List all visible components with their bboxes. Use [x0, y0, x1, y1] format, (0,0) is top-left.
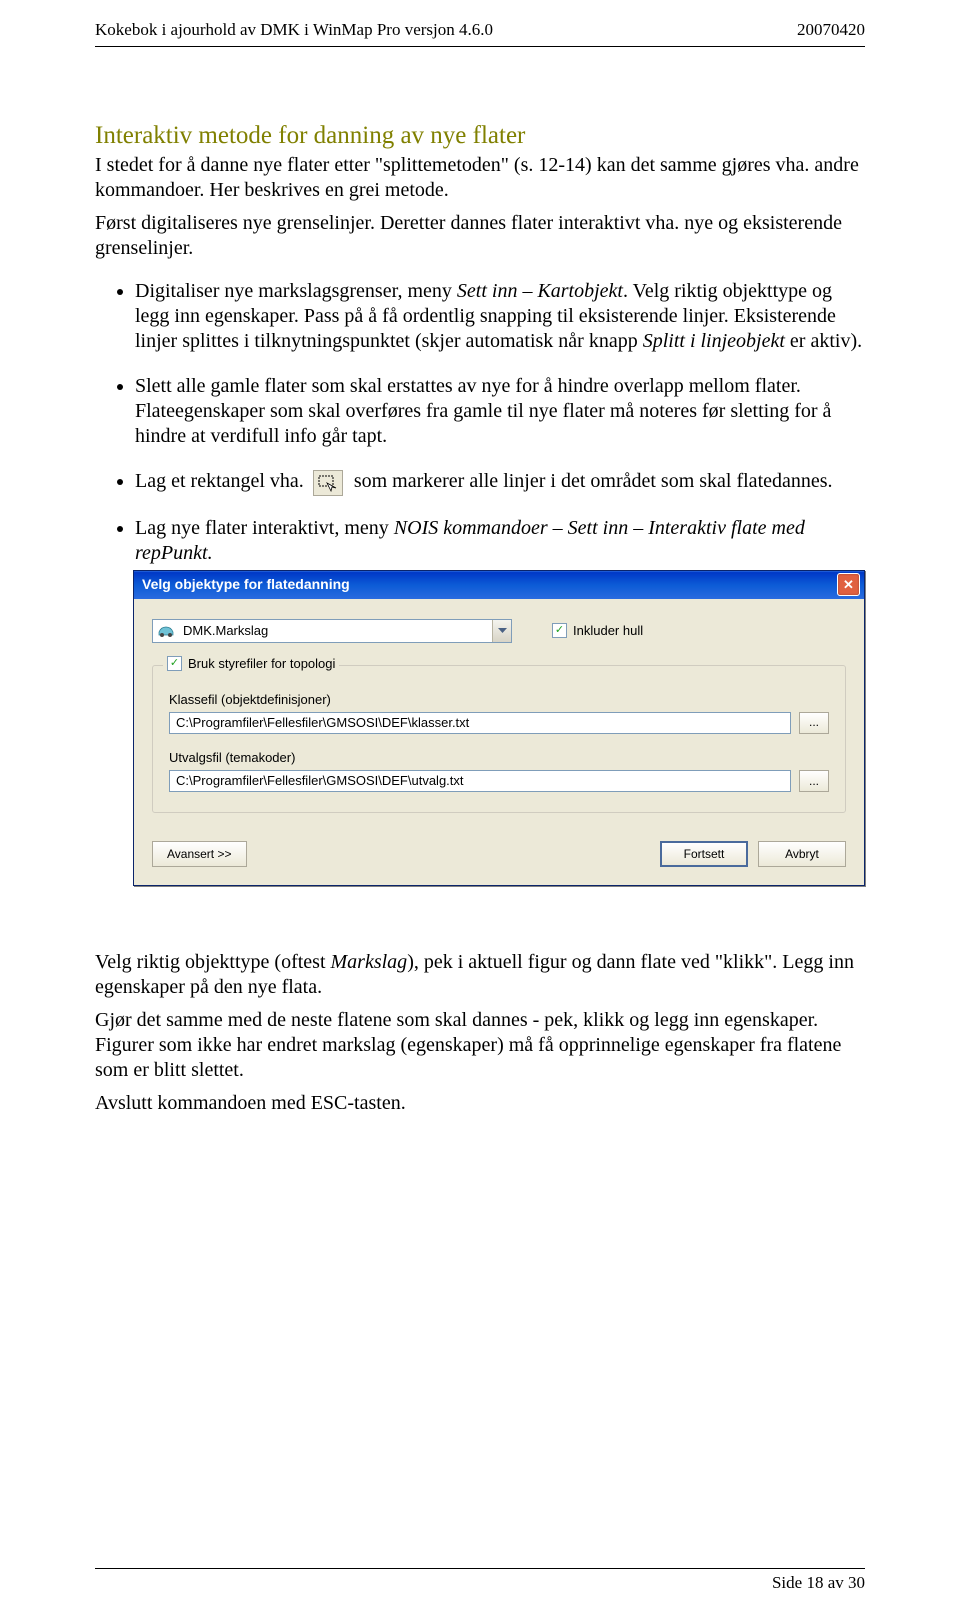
section-title: Interaktiv metode for danning av nye fla…	[95, 120, 865, 151]
after-paragraph-3: Avslutt kommandoen med ESC-tasten.	[95, 1091, 865, 1116]
intro-paragraph-1: I stedet for å danne nye flater etter "s…	[95, 153, 865, 203]
advanced-button[interactable]: Avansert >>	[152, 841, 247, 867]
browse-button[interactable]: ...	[799, 770, 829, 792]
checkbox-icon[interactable]: ✓	[167, 656, 182, 671]
browse-button[interactable]: ...	[799, 712, 829, 734]
rectangle-select-tool-icon	[313, 470, 343, 496]
close-icon[interactable]: ✕	[837, 573, 860, 596]
header-right: 20070420	[797, 20, 865, 40]
bullet-item-4: Lag nye flater interaktivt, meny NOIS ko…	[135, 516, 865, 887]
after-paragraph-1: Velg riktig objekttype (oftest Markslag)…	[95, 950, 865, 1000]
topology-files-group: ✓ Bruk styrefiler for topologi Klassefil…	[152, 665, 846, 814]
bullet-item-3: Lag et rektangel vha. som markerer alle …	[135, 469, 865, 495]
footer-page-number: Side 18 av 30	[772, 1573, 865, 1593]
dialog-title: Velg objektype for flatedanning	[142, 576, 350, 594]
cancel-button[interactable]: Avbryt	[758, 841, 846, 867]
utvalg-input[interactable]: C:\Programfiler\Fellesfiler\GMSOSI\DEF\u…	[169, 770, 791, 792]
footer-rule	[95, 1568, 865, 1569]
include-holes-checkbox[interactable]: ✓ Inkluder hull	[552, 623, 643, 639]
continue-button[interactable]: Fortsett	[660, 841, 748, 867]
bullet-item-2: Slett alle gamle flater som skal erstatt…	[135, 374, 865, 449]
bullet-item-1: Digitaliser nye markslagsgrenser, meny S…	[135, 279, 865, 354]
include-holes-label: Inkluder hull	[573, 623, 643, 639]
header-rule	[95, 46, 865, 47]
intro-paragraph-2: Først digitaliseres nye grenselinjer. De…	[95, 211, 865, 261]
group-legend-label: Bruk styrefiler for topologi	[188, 656, 335, 672]
after-paragraph-2: Gjør det samme med de neste flatene som …	[95, 1008, 865, 1083]
checkbox-icon: ✓	[552, 623, 567, 638]
objecttype-value: DMK.Markslag	[179, 620, 492, 642]
dialog-window: Velg objektype for flatedanning ✕ DMK.Ma…	[133, 570, 865, 887]
klassefil-label: Klassefil (objektdefinisjoner)	[169, 692, 829, 708]
utvalg-label: Utvalgsfil (temakoder)	[169, 750, 829, 766]
dialog-titlebar[interactable]: Velg objektype for flatedanning ✕	[134, 571, 864, 599]
car-icon	[153, 620, 179, 642]
header-left: Kokebok i ajourhold av DMK i WinMap Pro …	[95, 20, 493, 40]
klassefil-input[interactable]: C:\Programfiler\Fellesfiler\GMSOSI\DEF\k…	[169, 712, 791, 734]
objecttype-combo[interactable]: DMK.Markslag	[152, 619, 512, 643]
chevron-down-icon[interactable]	[492, 620, 511, 642]
